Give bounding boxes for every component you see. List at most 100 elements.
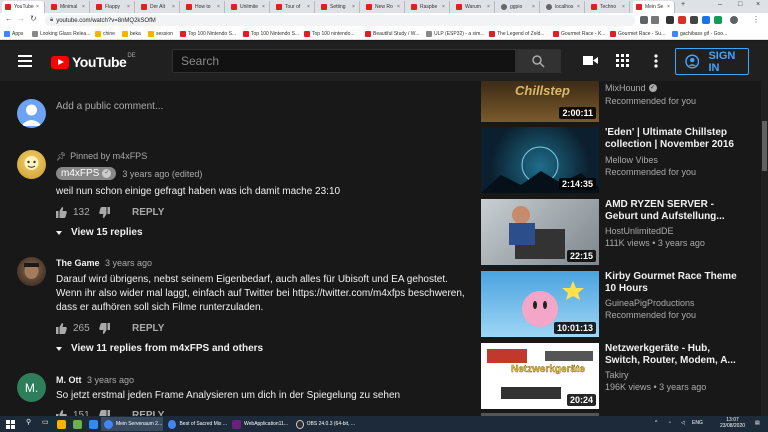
translate-icon[interactable] <box>640 16 648 24</box>
video-thumbnail[interactable]: Chillstep 2:00:11 <box>481 81 599 122</box>
scrollbar-thumb[interactable] <box>762 121 767 171</box>
video-title[interactable]: AMD RYZEN SERVER - Geburt und Aufstellun… <box>605 199 745 223</box>
comment-author[interactable]: The Game <box>56 258 100 268</box>
video-title[interactable]: 'Eden' | Ultimate Chillstep collection |… <box>605 127 745 151</box>
page-scrollbar[interactable] <box>761 81 768 416</box>
browser-tab[interactable]: Der Alt × <box>138 1 180 13</box>
browser-tab[interactable]: YouTube × <box>2 1 45 13</box>
view-replies-button[interactable]: View 15 replies <box>56 227 143 238</box>
create-video-icon[interactable] <box>583 54 598 67</box>
minimize-icon[interactable]: – <box>718 1 722 8</box>
video-thumbnail[interactable]: 2:14:35 <box>481 127 599 193</box>
bookmark-folder[interactable]: chine <box>95 30 115 38</box>
extension-icon[interactable] <box>702 16 710 24</box>
video-thumbnail[interactable]: 22:15 <box>481 199 599 265</box>
bookmark[interactable]: Gourmet Race - Su... <box>610 30 665 38</box>
video-thumbnail[interactable]: Netzwerkgeräte 20:24 <box>481 343 599 409</box>
browser-tab-active[interactable]: Mein Se × <box>633 1 675 13</box>
language-indicator[interactable]: ENG <box>692 420 703 426</box>
close-icon[interactable]: × <box>172 4 175 10</box>
comment-author-avatar[interactable] <box>17 257 46 286</box>
profile-icon[interactable] <box>730 16 738 24</box>
browser-tab[interactable]: Techno × <box>588 1 630 13</box>
sign-in-button[interactable]: SIGN IN <box>675 48 749 75</box>
bookmark[interactable]: Top 100 Nintendo S... <box>180 30 236 38</box>
forward-icon[interactable]: → <box>17 14 25 23</box>
browser-tab[interactable]: New Ro × <box>363 1 405 13</box>
bookmark[interactable]: Top 100 Nintendo S... <box>243 30 299 38</box>
bookmark[interactable]: Beautiful Study / W... <box>365 30 419 38</box>
browser-tab[interactable]: Tour of × <box>273 1 315 13</box>
video-channel[interactable]: GuineaPigProductions <box>605 298 695 308</box>
extension-icon[interactable] <box>714 16 722 24</box>
thumbs-down-icon[interactable] <box>99 323 110 334</box>
clock[interactable]: 13:07 23/08/2020 <box>720 417 745 429</box>
close-icon[interactable]: × <box>442 4 445 10</box>
star-icon[interactable] <box>651 16 659 24</box>
thumbs-down-icon[interactable] <box>99 207 110 218</box>
extension-icon[interactable] <box>666 16 674 24</box>
add-comment-input[interactable]: Add a public comment... <box>56 100 163 114</box>
hamburger-menu-icon[interactable] <box>18 55 32 67</box>
apps-grid-icon[interactable] <box>616 54 629 67</box>
close-icon[interactable]: × <box>622 4 625 10</box>
reply-button[interactable]: REPLY <box>132 207 164 218</box>
close-icon[interactable]: × <box>352 4 355 10</box>
close-icon[interactable]: × <box>532 4 535 10</box>
taskbar-app[interactable]: WebApplication11... <box>229 417 291 431</box>
browser-tab[interactable]: ggpio × <box>498 1 540 13</box>
comment-author[interactable]: M. Ott <box>56 375 82 385</box>
browser-tab[interactable]: Minimal × <box>48 1 90 13</box>
reply-button[interactable]: REPLY <box>132 323 164 334</box>
view-replies-button[interactable]: View 11 replies from m4xFPS and others <box>56 343 263 354</box>
close-window-icon[interactable]: × <box>756 1 760 8</box>
browser-tab[interactable]: Flappy × <box>93 1 135 13</box>
bookmark[interactable]: Gourmet Race - K... <box>553 30 605 38</box>
close-icon[interactable]: × <box>667 4 670 10</box>
browser-tab[interactable]: Warum × <box>453 1 495 13</box>
extension-icon[interactable] <box>678 16 686 24</box>
video-channel[interactable]: MixHound ✓ <box>605 83 657 93</box>
volume-icon[interactable]: ◁ <box>681 420 685 426</box>
close-icon[interactable]: × <box>36 4 39 10</box>
settings-kebab-icon[interactable] <box>654 54 658 68</box>
kebab-menu-icon[interactable]: ⋮ <box>752 15 760 24</box>
video-title[interactable]: Netzwerkgeräte - Hub, Switch, Router, Mo… <box>605 343 745 367</box>
thumbs-up-icon[interactable] <box>56 207 67 218</box>
close-icon[interactable]: × <box>577 4 580 10</box>
thumbs-up-icon[interactable] <box>56 323 67 334</box>
search-icon[interactable]: ⚲ <box>26 418 31 426</box>
maximize-icon[interactable]: □ <box>738 1 742 8</box>
creator-badge[interactable]: m4xFPS ✓ <box>56 167 117 180</box>
reload-icon[interactable]: ↻ <box>30 14 37 23</box>
bookmark[interactable]: gachibass gif - Goo... <box>672 30 727 38</box>
browser-tab[interactable]: Setting × <box>318 1 360 13</box>
comment-author-avatar[interactable]: M. <box>17 373 46 402</box>
close-icon[interactable]: × <box>127 4 130 10</box>
taskbar-app[interactable] <box>86 417 98 431</box>
browser-tab[interactable]: Raspbe × <box>408 1 450 13</box>
close-icon[interactable]: × <box>82 4 85 10</box>
taskbar-app[interactable]: OBS 24.0.3 (64-bit, ... <box>293 417 355 431</box>
close-icon[interactable]: × <box>397 4 400 10</box>
taskbar-app-chrome[interactable]: Mein Servenaum 2... <box>101 417 163 431</box>
youtube-logo[interactable]: YouTube DE <box>51 53 136 70</box>
bookmark[interactable]: Looking Glass Relea... <box>32 30 90 38</box>
windows-start-icon[interactable] <box>6 420 15 429</box>
bookmark-folder[interactable]: session <box>148 30 173 38</box>
video-title[interactable]: Kirby Gourmet Race Theme 10 Hours <box>605 271 745 295</box>
video-channel[interactable]: HostUnlimitedDE <box>605 226 674 236</box>
bookmark-apps[interactable]: Apps <box>4 30 23 38</box>
bookmark[interactable]: ULP (ESP32) - a sim... <box>426 30 484 38</box>
browser-tab[interactable]: Unlimite × <box>228 1 270 13</box>
close-icon[interactable]: × <box>487 4 490 10</box>
tray-chevron-icon[interactable]: ^ <box>655 420 657 426</box>
extension-icon[interactable] <box>690 16 698 24</box>
bookmark-folder[interactable]: beka <box>122 30 141 38</box>
comment-author-avatar[interactable] <box>17 150 46 179</box>
close-icon[interactable]: × <box>307 4 310 10</box>
taskbar-app[interactable]: Best of Sacred Mix ... <box>165 417 227 431</box>
bookmark[interactable]: Top 100 nintendo... <box>304 30 355 38</box>
notifications-icon[interactable]: ▤ <box>755 420 760 426</box>
close-icon[interactable]: × <box>217 4 220 10</box>
